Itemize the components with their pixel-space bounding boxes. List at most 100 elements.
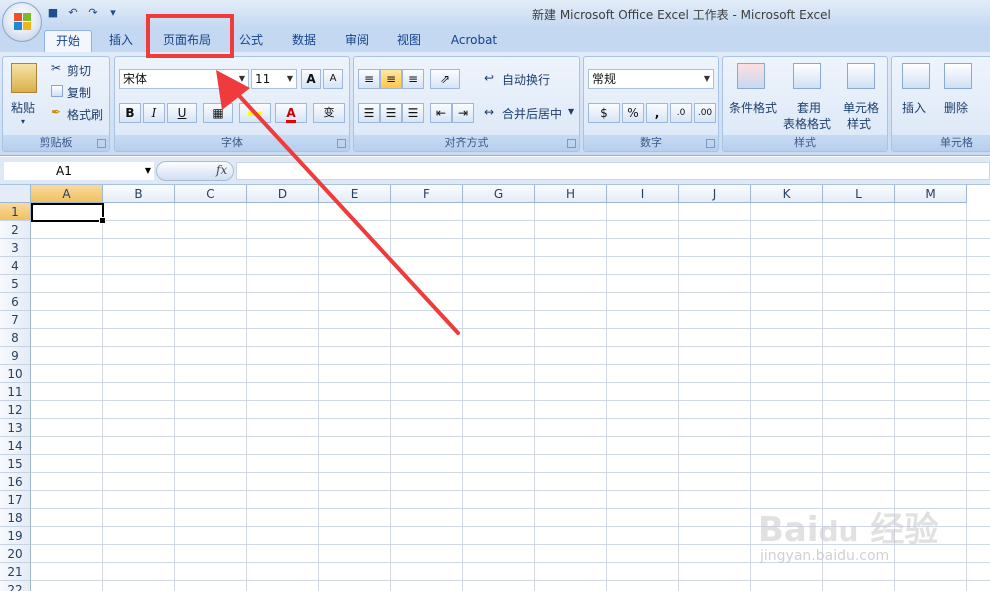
tab-acrobat[interactable]: Acrobat (444, 30, 504, 52)
format-table-icon[interactable] (793, 63, 821, 89)
redo-icon[interactable]: ↷ (86, 6, 100, 20)
conditional-format-button[interactable]: 条件格式 (729, 99, 777, 116)
tab-review[interactable]: 审阅 (336, 30, 378, 52)
save-icon[interactable]: ■ (46, 6, 60, 20)
paste-dropdown-icon[interactable]: ▾ (21, 117, 25, 126)
format-painter-button[interactable]: 格式刷 (67, 106, 103, 123)
decrease-decimal-icon[interactable]: .00 (694, 103, 716, 123)
row-header[interactable]: 5 (0, 275, 31, 293)
column-header[interactable]: F (391, 185, 463, 203)
decrease-indent-icon[interactable]: ⇤ (430, 103, 452, 123)
align-top-icon[interactable]: ≡ (358, 69, 380, 89)
row-header[interactable]: 9 (0, 347, 31, 365)
column-header[interactable]: D (247, 185, 319, 203)
increase-decimal-icon[interactable]: .0 (670, 103, 692, 123)
cut-button[interactable]: 剪切 (67, 62, 91, 79)
row-header[interactable]: 11 (0, 383, 31, 401)
orientation-icon[interactable]: ⇗ (430, 69, 460, 89)
row-header[interactable]: 4 (0, 257, 31, 275)
column-header[interactable]: A (31, 185, 103, 203)
bold-button[interactable]: B (119, 103, 141, 123)
delete-cells-icon[interactable] (944, 63, 972, 89)
paste-icon[interactable] (11, 63, 37, 93)
column-header[interactable]: K (751, 185, 823, 203)
align-right-icon[interactable]: ☰ (402, 103, 424, 123)
row-header[interactable]: 8 (0, 329, 31, 347)
insert-function-icon[interactable]: fx (216, 163, 227, 177)
fill-color-button[interactable] (239, 103, 271, 123)
tab-insert[interactable]: 插入 (100, 30, 142, 52)
row-header[interactable]: 21 (0, 563, 31, 581)
column-header[interactable]: I (607, 185, 679, 203)
comma-button[interactable]: , (646, 103, 668, 123)
tab-view[interactable]: 视图 (388, 30, 430, 52)
clipboard-launcher-icon[interactable] (97, 139, 106, 148)
column-header[interactable]: E (319, 185, 391, 203)
italic-button[interactable]: I (143, 103, 165, 123)
grow-font-button[interactable]: A (301, 69, 321, 89)
align-middle-icon[interactable]: ≡ (380, 69, 402, 89)
row-header[interactable]: 7 (0, 311, 31, 329)
row-header[interactable]: 10 (0, 365, 31, 383)
row-header[interactable]: 17 (0, 491, 31, 509)
row-header[interactable]: 18 (0, 509, 31, 527)
merge-dropdown-icon[interactable]: ▼ (568, 107, 574, 116)
cell-styles-icon[interactable] (847, 63, 875, 89)
merge-center-button[interactable]: 合并后居中 (502, 105, 562, 122)
customize-qat-icon[interactable]: ▾ (106, 6, 120, 20)
increase-indent-icon[interactable]: ⇥ (452, 103, 474, 123)
wrap-text-button[interactable]: 自动换行 (502, 71, 550, 88)
name-box[interactable]: A1 ▼ (4, 162, 154, 180)
column-header[interactable]: M (895, 185, 967, 203)
font-launcher-icon[interactable] (337, 139, 346, 148)
percent-button[interactable]: % (622, 103, 644, 123)
conditional-format-icon[interactable] (737, 63, 765, 89)
row-header[interactable]: 22 (0, 581, 31, 591)
row-header[interactable]: 3 (0, 239, 31, 257)
column-header[interactable]: B (103, 185, 175, 203)
office-button[interactable] (2, 2, 42, 42)
row-header[interactable]: 19 (0, 527, 31, 545)
alignment-launcher-icon[interactable] (567, 139, 576, 148)
tab-home[interactable]: 开始 (44, 30, 92, 52)
row-header[interactable]: 13 (0, 419, 31, 437)
tab-data[interactable]: 数据 (283, 30, 325, 52)
format-table-line1[interactable]: 套用 (797, 99, 821, 116)
font-name-select[interactable]: 宋体 ▼ (119, 69, 249, 89)
undo-icon[interactable]: ↶ (66, 6, 80, 20)
column-header[interactable]: C (175, 185, 247, 203)
column-header[interactable]: H (535, 185, 607, 203)
row-header[interactable]: 1 (0, 203, 31, 221)
paste-button[interactable]: 粘贴 (11, 99, 35, 116)
formula-input[interactable] (236, 162, 990, 180)
format-table-line2[interactable]: 表格格式 (783, 115, 831, 132)
copy-button[interactable]: 复制 (67, 84, 91, 101)
select-all-corner[interactable] (0, 185, 31, 203)
align-center-icon[interactable]: ☰ (380, 103, 402, 123)
row-header[interactable]: 20 (0, 545, 31, 563)
cell-styles-line1[interactable]: 单元格 (843, 99, 879, 116)
insert-cells-icon[interactable] (902, 63, 930, 89)
column-header[interactable]: L (823, 185, 895, 203)
font-color-button[interactable]: A (275, 103, 307, 123)
column-header[interactable]: G (463, 185, 535, 203)
tab-formulas[interactable]: 公式 (230, 30, 272, 52)
align-left-icon[interactable]: ☰ (358, 103, 380, 123)
row-header[interactable]: 16 (0, 473, 31, 491)
shrink-font-button[interactable]: A (323, 69, 343, 89)
insert-cells-button[interactable]: 插入 (902, 99, 926, 116)
active-cell-a1[interactable] (31, 203, 106, 224)
font-size-select[interactable]: 11 ▼ (251, 69, 297, 89)
currency-icon[interactable]: $ (588, 103, 620, 123)
number-format-select[interactable]: 常规 ▼ (588, 69, 714, 89)
row-header[interactable]: 15 (0, 455, 31, 473)
border-button[interactable]: ▦ (203, 103, 233, 123)
column-header[interactable]: J (679, 185, 751, 203)
align-bottom-icon[interactable]: ≡ (402, 69, 424, 89)
row-header[interactable]: 6 (0, 293, 31, 311)
row-header[interactable]: 12 (0, 401, 31, 419)
row-header[interactable]: 14 (0, 437, 31, 455)
cell-styles-line2[interactable]: 样式 (847, 115, 871, 132)
underline-button[interactable]: U (167, 103, 197, 123)
delete-cells-button[interactable]: 删除 (944, 99, 968, 116)
